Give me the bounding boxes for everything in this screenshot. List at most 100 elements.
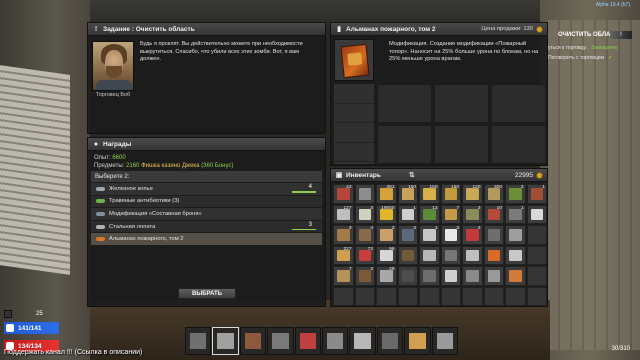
reward-option[interactable]: Травяные антибиотики (3) (91, 195, 322, 209)
tracker-line2-label: Поговорить с торговцем (548, 55, 604, 61)
inventory-slot[interactable] (462, 266, 483, 286)
inventory-slot[interactable] (505, 245, 526, 265)
inventory-slot[interactable]: 227 (333, 245, 354, 265)
inventory-slot[interactable] (526, 225, 547, 245)
toolbelt-slot[interactable] (404, 327, 431, 355)
inventory-slot[interactable] (397, 286, 418, 306)
slot-quantity: 150 (407, 185, 416, 190)
book-icon (95, 235, 105, 243)
xp-label: Опыт: (94, 155, 111, 161)
inventory-slot[interactable] (526, 286, 547, 306)
inventory-slot[interactable] (462, 245, 483, 265)
inventory-slot[interactable]: 120 (462, 184, 483, 204)
item-icon (358, 188, 371, 200)
inventory-slot[interactable]: 1 (397, 204, 418, 224)
inventory-slot[interactable]: 2 (376, 225, 397, 245)
reward-option[interactable]: Модификация «Составная броня» (91, 208, 322, 221)
inventory-slot[interactable] (354, 184, 375, 204)
inventory-slot[interactable] (397, 266, 418, 286)
inventory-slot[interactable] (505, 286, 526, 306)
inventory-slot[interactable] (376, 286, 397, 306)
inventory-slot[interactable] (483, 225, 504, 245)
toolbelt-slot[interactable] (267, 327, 294, 355)
reward-option[interactable]: Стальная лопата 3 (91, 220, 322, 234)
inventory-slot[interactable] (505, 266, 526, 286)
toolbelt-slot[interactable] (239, 327, 267, 355)
toolbelt-slot[interactable] (349, 327, 376, 355)
inventory-slot[interactable]: 42 (333, 184, 354, 204)
inventory-slot[interactable]: 29 (376, 266, 397, 286)
inventory-slot[interactable]: 300 (483, 184, 504, 204)
inventory-slot[interactable] (440, 245, 461, 265)
inventory-slot[interactable] (505, 225, 526, 245)
inventory-slot[interactable] (354, 286, 375, 306)
inventory-slot[interactable]: 1 (505, 204, 526, 224)
reward-option[interactable]: Железное копье 4 (91, 183, 322, 196)
toolbelt-slot[interactable] (321, 327, 349, 355)
toolbelt-slot[interactable] (185, 327, 212, 355)
inventory-slot[interactable] (483, 266, 504, 286)
inventory-slot[interactable]: 3 (462, 204, 483, 224)
item-icon (423, 229, 436, 241)
inventory-slot[interactable] (483, 286, 504, 306)
item-stat-grid (377, 84, 546, 164)
inventory-slot[interactable] (333, 286, 354, 306)
inventory-slot[interactable]: 281 (376, 184, 397, 204)
inventory-slot[interactable]: 3 (440, 225, 461, 245)
health-value: 141/141 (18, 324, 42, 332)
item-icon (509, 270, 522, 282)
inventory-slot[interactable]: 7 (333, 266, 354, 286)
item-icon (487, 229, 500, 241)
toolbelt-slot[interactable] (294, 327, 321, 355)
inventory-slot[interactable]: 150 (397, 184, 418, 204)
sort-icon[interactable]: ⇅ (409, 171, 415, 179)
slot-quantity: 1 (413, 205, 416, 211)
inventory-slot[interactable] (526, 204, 547, 224)
item-icon (466, 270, 479, 282)
inventory-slot[interactable]: 7 (440, 204, 461, 224)
stream-overlay-message: Поддержать канал !!! (Ссылка в описании) (4, 349, 143, 356)
inventory-slot[interactable]: 72 (354, 245, 375, 265)
inventory-slot[interactable]: 1 (526, 184, 547, 204)
inventory-slot[interactable] (419, 286, 440, 306)
inventory-slot[interactable] (462, 286, 483, 306)
toolbelt-slot[interactable] (376, 327, 404, 355)
toolbelt-slot[interactable] (431, 327, 458, 355)
slot-quantity: 2 (477, 226, 481, 231)
inventory-slot[interactable] (483, 245, 504, 265)
item-icon (380, 229, 393, 241)
right-window-frame (548, 20, 640, 350)
slot-quantity: 2 (520, 185, 524, 190)
inventory-slot[interactable]: 10 (483, 204, 504, 224)
inventory-slot[interactable]: 2 (462, 225, 483, 245)
inventory-slot[interactable]: 96 (376, 245, 397, 265)
inventory-slot[interactable] (526, 266, 547, 286)
inventory-slot[interactable] (419, 245, 440, 265)
inventory-slot[interactable]: 3 (354, 204, 375, 224)
inventory-slot[interactable] (440, 286, 461, 306)
inventory-slot[interactable]: 2 (397, 225, 418, 245)
inventory-slot[interactable]: 13 (419, 204, 440, 224)
inventory-slot[interactable]: 127 (333, 204, 354, 224)
inventory-slot[interactable]: 4 (354, 225, 375, 245)
inventory-slot[interactable]: 3 (333, 225, 354, 245)
inventory-title: Инвентарь (346, 171, 381, 179)
item-icon (401, 270, 414, 282)
inventory-slot[interactable]: 150 (440, 184, 461, 204)
slot-quantity: 1 (542, 185, 545, 190)
quality-bar (292, 228, 316, 231)
toolbelt-slot[interactable] (212, 327, 239, 355)
choose-reward-button[interactable]: ВЫБРАТЬ (178, 288, 236, 299)
inventory-slot[interactable] (440, 266, 461, 286)
inventory-slot[interactable]: 3 (354, 266, 375, 286)
reward-option[interactable]: Альманах пожарного, том 2 (91, 233, 322, 246)
inventory-slot[interactable]: 19000 (376, 204, 397, 224)
inventory-slot[interactable]: 1 (419, 225, 440, 245)
level-icon (4, 310, 12, 318)
inventory-slot[interactable] (419, 266, 440, 286)
inventory-slot[interactable]: 2 (505, 184, 526, 204)
inventory-slot[interactable] (526, 245, 547, 265)
inventory-slot[interactable] (397, 245, 418, 265)
inventory-slot[interactable]: 150 (419, 184, 440, 204)
toolbelt (185, 327, 458, 355)
